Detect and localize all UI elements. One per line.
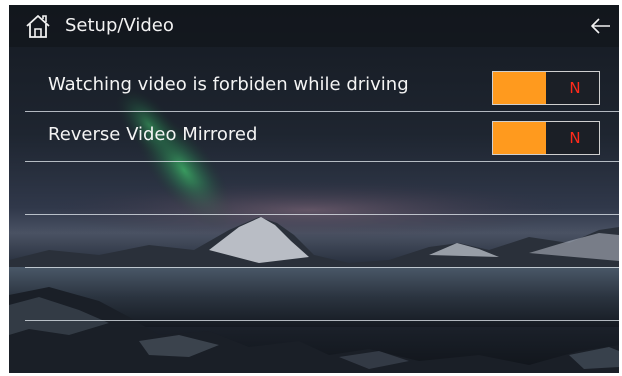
toggle-state-text: N <box>569 79 581 97</box>
row-divider <box>25 267 619 268</box>
toggle-fill <box>493 72 546 104</box>
empty-row <box>25 216 619 268</box>
setting-row-video-while-driving: Watching video is forbiden while driving… <box>25 60 619 112</box>
page-title: Setup/Video <box>65 15 174 36</box>
row-divider <box>25 214 619 215</box>
reverse-video-mirrored-toggle[interactable]: N <box>492 121 600 155</box>
toggle-state-text: N <box>569 129 581 147</box>
video-while-driving-toggle[interactable]: N <box>492 71 600 105</box>
empty-row <box>25 163 619 215</box>
setting-row-reverse-mirrored: Reverse Video Mirrored N <box>25 110 619 162</box>
arrow-left-icon <box>591 18 610 34</box>
toggle-fill <box>493 122 546 154</box>
screen: Setup/Video Watching video is forbiden w… <box>9 5 619 373</box>
row-divider <box>25 161 619 162</box>
header-bar: Setup/Video <box>9 5 619 47</box>
setting-label: Watching video is forbiden while driving <box>48 74 409 95</box>
empty-row <box>25 269 619 321</box>
row-divider <box>25 320 619 321</box>
home-button[interactable] <box>23 13 53 39</box>
setting-label: Reverse Video Mirrored <box>48 124 258 145</box>
home-icon <box>26 15 50 38</box>
back-button[interactable] <box>589 15 613 37</box>
